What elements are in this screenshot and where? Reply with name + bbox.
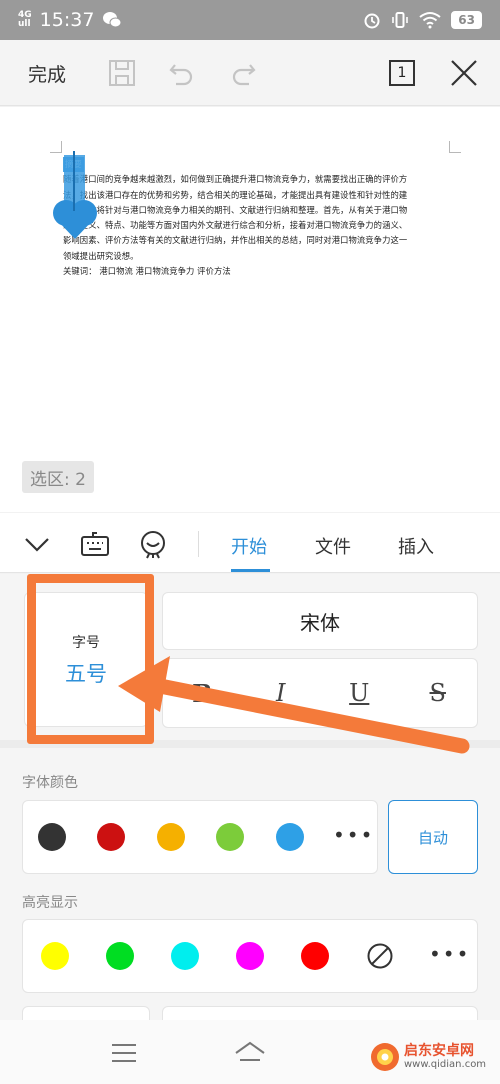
wechat-icon [103, 12, 122, 28]
highlight-color-card: ••• [22, 919, 478, 993]
close-icon[interactable] [448, 57, 480, 89]
watermark-url: www.qidian.com [404, 1059, 487, 1070]
document-line: 随着港口间的竞争越来越激烈，如何做到正确提升港口物流竞争力，就需要找出正确的评价… [63, 174, 408, 185]
selection-handle-icon[interactable] [51, 149, 99, 241]
strikethrough-button[interactable]: S [416, 671, 460, 715]
vibrate-icon [392, 12, 409, 28]
keyboard-icon[interactable] [80, 529, 110, 559]
menu-icon[interactable] [106, 1038, 142, 1068]
highlight-color-swatch[interactable] [236, 942, 264, 970]
document-line: 流的定义、特点、功能等方面对国内外文献进行综合和分析，接着对港口物流竞争力的涵义… [63, 220, 408, 231]
document-keywords: 关键词： 港口物流 港口物流竞争力 评价方法 [63, 266, 231, 277]
watermark-text: 启东安卓网 www.qidian.com [404, 1043, 486, 1071]
document-canvas[interactable]: 摘要 随着港口间的竞争越来越激烈，如何做到正确提升港口物流竞争力，就需要找出正确… [0, 107, 500, 512]
save-icon[interactable] [106, 57, 138, 89]
watermark: 启东安卓网 www.qidian.com [370, 1042, 486, 1072]
undo-icon[interactable] [166, 57, 198, 89]
redo-icon[interactable] [227, 57, 259, 89]
alarm-icon [364, 13, 380, 29]
tab-insert[interactable]: 插入 [398, 533, 434, 559]
highlight-color-swatch[interactable] [106, 942, 134, 970]
font-color-swatch[interactable] [276, 823, 304, 851]
italic-button[interactable]: I [259, 671, 303, 715]
more-highlight-colors-button[interactable]: ••• [429, 942, 470, 966]
screen: 4G ull 15:37 63 完成 1 随着港口间的竞争越来越激烈，如何做到正… [0, 0, 500, 1084]
tab-start[interactable]: 开始 [231, 533, 267, 559]
more-font-colors-button[interactable]: ••• [333, 823, 374, 847]
font-color-label: 字体颜色 [22, 775, 78, 791]
font-color-swatch[interactable] [157, 823, 185, 851]
underline-button[interactable]: U [337, 671, 381, 715]
font-family-button[interactable]: 宋体 [162, 592, 478, 650]
font-color-swatch[interactable] [97, 823, 125, 851]
editor-toolbar: 完成 1 [0, 40, 500, 106]
bold-button[interactable]: B [180, 671, 224, 715]
document-line: 法，找出该港口存在的优势和劣势，结合相关的理论基础，才能提出具有建设性和针对性的… [63, 189, 408, 200]
network-indicator: 4G ull [18, 11, 32, 29]
font-color-swatch[interactable] [38, 823, 66, 851]
status-left: 4G ull 15:37 [18, 9, 122, 31]
selection-chip: 选区: 2 [22, 461, 94, 493]
page-count-button[interactable]: 1 [389, 60, 415, 86]
document-line: 议。本文将针对与港口物流竞争力相关的期刊、文献进行归纳和整理。首先，从有关于港口… [63, 204, 408, 215]
highlight-label: 高亮显示 [22, 895, 78, 911]
annotation-highlight-box [27, 574, 154, 744]
highlight-color-swatch[interactable] [301, 942, 329, 970]
clock: 15:37 [39, 9, 95, 31]
collapse-chevron-icon[interactable] [22, 529, 52, 559]
done-button[interactable]: 完成 [28, 60, 66, 87]
font-color-swatch[interactable] [216, 823, 244, 851]
home-icon[interactable] [232, 1038, 268, 1068]
auto-color-button[interactable]: 自动 [388, 800, 478, 874]
tab-file[interactable]: 文件 [315, 533, 351, 559]
highlight-color-swatch[interactable] [41, 942, 69, 970]
signal-bars: ull [18, 19, 31, 29]
status-bar: 4G ull 15:37 63 [0, 0, 500, 40]
document-text[interactable]: 摘要 随着港口间的竞争越来越激烈，如何做到正确提升港口物流竞争力，就需要找出正确… [63, 157, 455, 279]
no-highlight-icon[interactable] [366, 942, 394, 970]
margin-mark-top-right [449, 141, 461, 153]
document-line: 影响因素、评价方法等有关的文献进行归纳，并作出相关的总结，同时对港口物流竞争力这… [63, 235, 408, 246]
document-line: 领域提出研究设想。 [63, 250, 139, 261]
tab-divider [198, 531, 199, 557]
document-heading-line: 摘要 [63, 157, 455, 173]
voice-assistant-icon[interactable] [138, 529, 168, 559]
watermark-name: 启东安卓网 [404, 1043, 474, 1059]
text-style-row: B I U S [162, 658, 478, 728]
watermark-logo-icon [371, 1043, 399, 1071]
battery-indicator: 63 [451, 11, 482, 29]
panel-tabs: 开始 文件 插入 [0, 513, 500, 573]
highlight-color-swatch[interactable] [171, 942, 199, 970]
status-right: 63 [363, 11, 482, 29]
wifi-icon [419, 12, 441, 29]
font-color-card: ••• [22, 800, 378, 874]
active-tab-indicator [231, 569, 270, 572]
